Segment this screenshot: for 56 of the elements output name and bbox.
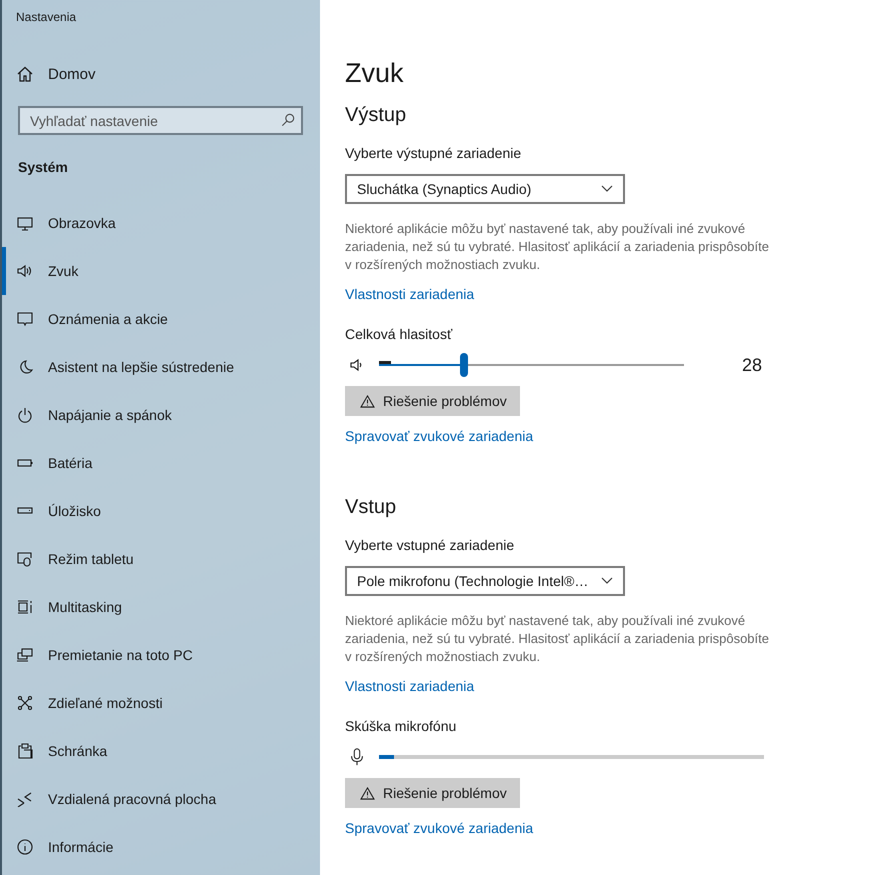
warning-icon xyxy=(360,786,375,800)
device-dropdown[interactable]: Sluchátka (Synaptics Audio) xyxy=(345,174,625,204)
device-label: Vyberte výstupné zariadenie xyxy=(345,145,522,163)
sidebar-item[interactable]: Napájanie a spánok xyxy=(2,391,320,439)
sidebar-item[interactable]: Vzdialená pracovná plocha xyxy=(2,775,320,823)
sidebar-item[interactable]: Oznámenia a akcie xyxy=(2,295,320,343)
sidebar-item[interactable]: Schránka xyxy=(2,727,320,775)
properties-link[interactable]: Vlastnosti zariadenia xyxy=(345,286,474,302)
home-icon xyxy=(17,66,33,82)
sidebar-item[interactable]: Úložisko xyxy=(2,487,320,535)
description-text: Niektoré aplikácie môžu byť nastavené tak, aby používali iné zvukové zariadenia, než sú tu vybraté. Hlasitosť aplikácií a zariadenia prispôsobíte v rozšírených možnostiach zvuku. xyxy=(345,220,770,274)
sidebar-item[interactable]: Zdieľané možnosti xyxy=(2,679,320,727)
home-label: Domov xyxy=(48,66,96,82)
sidebar-item[interactable]: Multitasking xyxy=(2,583,320,631)
section-heading: Vstup xyxy=(345,496,398,520)
sidebar-icon xyxy=(17,551,33,567)
search-field[interactable]: Vyhľadať nastavenie xyxy=(18,106,303,135)
section-heading: Výstup xyxy=(345,104,408,128)
troubleshoot-button[interactable]: Riešenie problémov xyxy=(345,778,520,808)
microphone-icon xyxy=(349,748,365,766)
volume-slider[interactable] xyxy=(379,353,684,377)
sidebar-item[interactable]: Batéria xyxy=(2,439,320,487)
slider-thumb[interactable] xyxy=(460,353,468,377)
sidebar-icon xyxy=(17,839,33,855)
description-text: Niektoré aplikácie môžu byť nastavené tak, aby používali iné zvukové zariadenia, než sú tu vybraté. Hlasitosť aplikácií a zariadenia prispôsobíte v rozšírených možnostiach zvuku. xyxy=(345,612,770,666)
device-label: Vyberte vstupné zariadenie xyxy=(345,537,516,555)
meter-label: Skúška mikrofónu xyxy=(345,718,458,736)
sidebar-icon xyxy=(17,599,33,615)
sidebar-icon xyxy=(17,263,33,279)
sidebar-item[interactable]: Asistent na lepšie sústredenie xyxy=(2,343,320,391)
sidebar-item[interactable]: Obrazovka xyxy=(2,199,320,247)
sidebar-icon xyxy=(17,311,33,327)
properties-link[interactable]: Vlastnosti zariadenia xyxy=(345,678,474,694)
manage-devices-link[interactable]: Spravovať zvukové zariadenia xyxy=(345,428,534,444)
troubleshoot-button[interactable]: Riešenie problémov xyxy=(345,386,520,416)
chevron-icon xyxy=(601,577,613,585)
sidebar-icon xyxy=(17,407,33,423)
sidebar-icon xyxy=(17,215,33,231)
meter-label: Celková hlasitosť xyxy=(345,326,454,344)
section-heading: Systém xyxy=(17,159,69,177)
sidebar-item[interactable]: Informácie xyxy=(2,823,320,871)
sidebar-icon xyxy=(17,791,33,807)
page-title: Zvuk xyxy=(345,58,405,90)
sidebar-item[interactable]: Premietanie na toto PC xyxy=(2,631,320,679)
warning-icon xyxy=(360,394,375,408)
sidebar-icon xyxy=(17,647,33,663)
volume-value: 28 xyxy=(742,354,762,376)
sidebar-icon xyxy=(17,743,33,759)
chevron-icon xyxy=(601,185,613,193)
sidebar-item[interactable]: Režim tabletu xyxy=(2,535,320,583)
search-icon xyxy=(281,113,295,127)
window-title: Nastavenia xyxy=(15,9,78,26)
home-item[interactable]: Domov xyxy=(2,50,320,98)
manage-devices-link[interactable]: Spravovať zvukové zariadenia xyxy=(345,820,534,836)
device-dropdown[interactable]: Pole mikrofonu (Technologie Intel®… xyxy=(345,566,625,596)
sidebar-icon xyxy=(17,695,33,711)
